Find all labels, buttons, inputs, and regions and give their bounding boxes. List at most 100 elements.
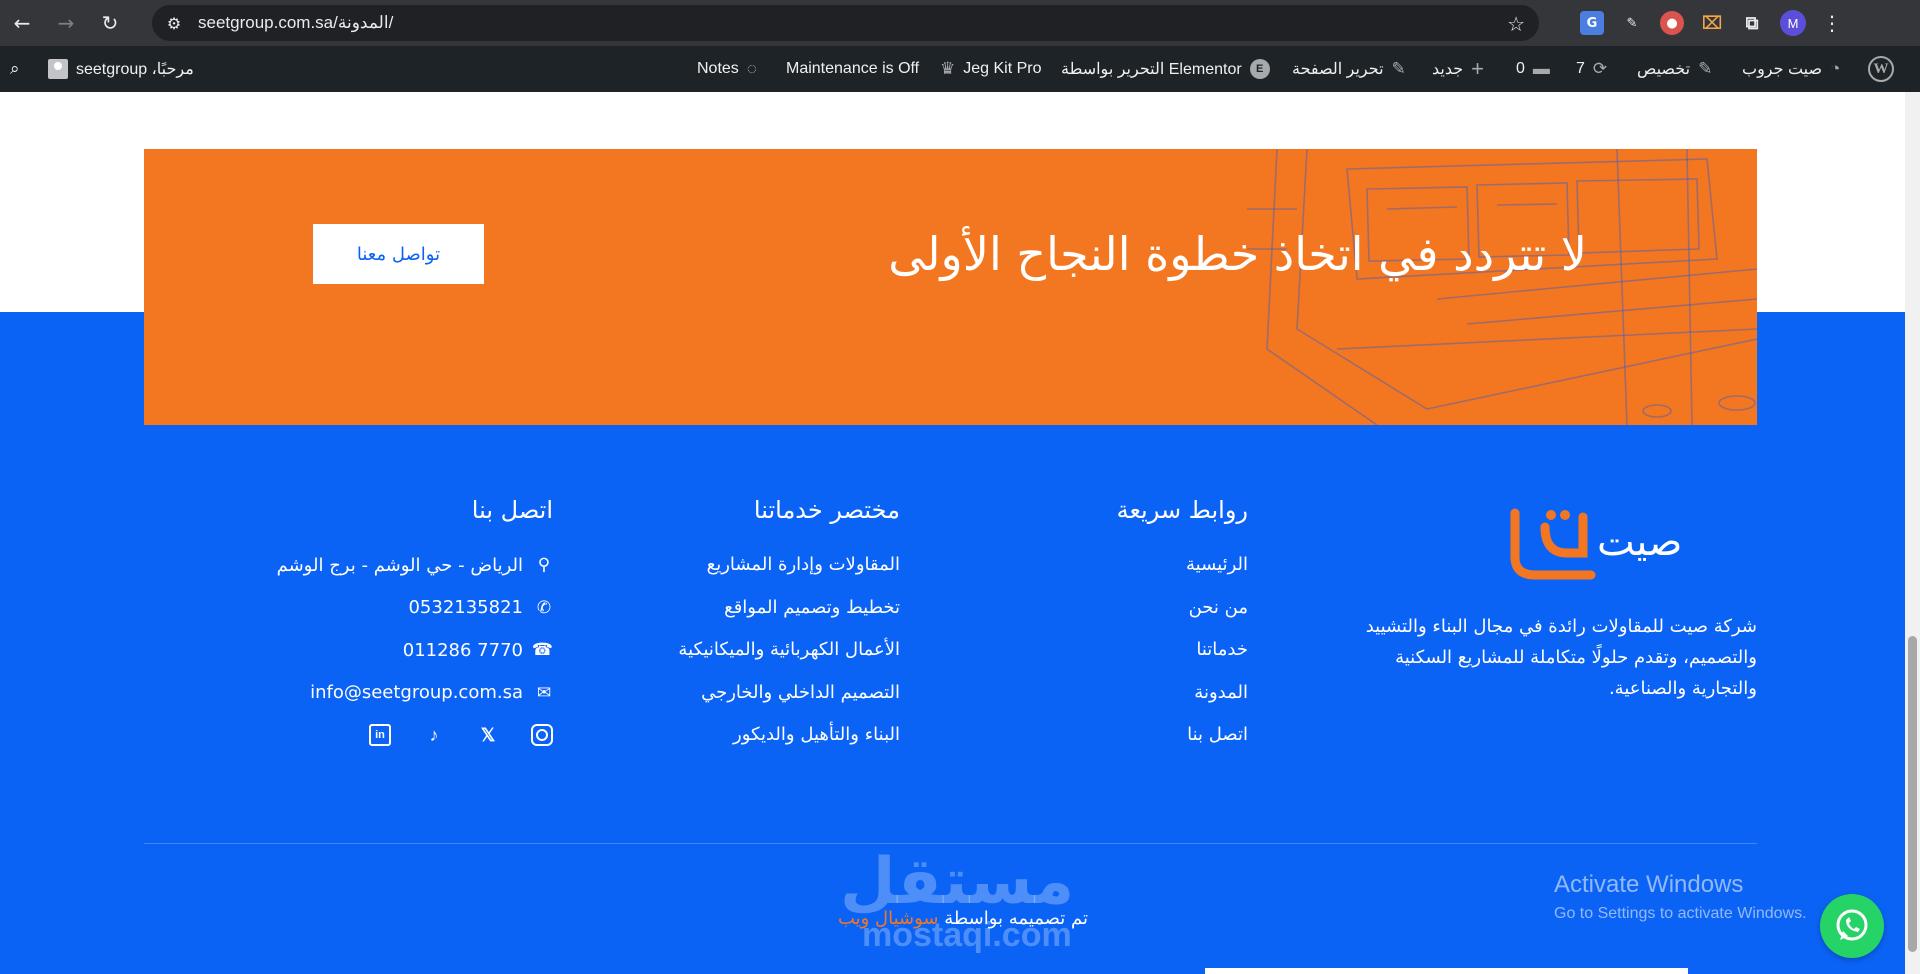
contact-email[interactable]: info@seetgroup.com.sa: [310, 682, 523, 703]
contact-phone[interactable]: 011286 7770: [403, 640, 523, 661]
tiktok-icon[interactable]: ♪: [423, 724, 445, 746]
windows-activation-notice: Activate Windows Go to Settings to activ…: [1554, 871, 1807, 923]
logo-wordmark: صيت: [1597, 519, 1683, 565]
service-link-electrical[interactable]: الأعمال الكهربائية والميكانيكية: [600, 629, 900, 672]
service-link-interior-design[interactable]: التصميم الداخلي والخارجي: [600, 672, 900, 715]
service-link-site-planning[interactable]: تخطيط وتصميم المواقع: [600, 587, 900, 630]
search-icon: ⌕: [10, 59, 20, 78]
notes-label: Notes: [697, 60, 739, 77]
credit-prefix: تم تصميمه بواسطة: [944, 908, 1088, 929]
service-link-contracting[interactable]: المقاولات وإدارة المشاريع: [600, 544, 900, 587]
my-account-menu[interactable]: مرحبًا، seetgroup: [48, 46, 194, 92]
quick-links-heading: روابط سريعة: [1116, 496, 1248, 524]
updates-menu[interactable]: 7 ⟳: [1576, 46, 1607, 92]
arrow-left-icon: ←: [13, 11, 31, 35]
pencil-icon: ✎: [1391, 59, 1406, 78]
service-link-construction[interactable]: البناء والتأهيل والديكور: [600, 714, 900, 757]
address-bar[interactable]: ⚙ seetgroup.com.sa/المدونة/ ☆: [152, 5, 1539, 41]
cta-title: لا تتردد في اتخاذ خطوة النجاح الأولى: [888, 227, 1587, 281]
extensions-area: G ✎ ● ⌧ ⧉ M ⋮: [1580, 0, 1842, 46]
reload-button[interactable]: ↻: [88, 0, 132, 46]
services-heading: مختصر خدماتنا: [753, 496, 900, 524]
instagram-icon[interactable]: [531, 724, 553, 746]
scrollbar-thumb[interactable]: [1908, 636, 1917, 952]
activate-title: Activate Windows: [1554, 871, 1744, 898]
site-name-label: صيت جروب: [1742, 61, 1823, 78]
comments-menu[interactable]: 0 ▬: [1516, 46, 1550, 92]
site-name-menu[interactable]: صيت جروب ◔: [1742, 46, 1840, 92]
maintenance-label: Maintenance is Off: [786, 60, 920, 77]
updates-count: 7: [1576, 60, 1585, 77]
wp-logo-menu[interactable]: W: [1868, 46, 1894, 92]
wordpress-icon: W: [1868, 56, 1894, 82]
bookmark-star-icon[interactable]: ☆: [1507, 12, 1525, 36]
browser-toolbar: ← → ↻ ⚙ seetgroup.com.sa/المدونة/ ☆ G ✎ …: [0, 0, 1920, 46]
footer-credit: تم تصميمه بواسطة سوشيال ويب: [820, 908, 1088, 929]
comments-count: 0: [1516, 60, 1525, 77]
edit-page-menu[interactable]: تحرير الصفحة ✎: [1292, 46, 1406, 92]
contact-mobile-row[interactable]: ✆ 0532135821: [253, 587, 553, 630]
contact-phone-row[interactable]: ☎ 011286 7770: [253, 629, 553, 672]
new-content-menu[interactable]: جديد +: [1432, 46, 1484, 92]
layout-extension-icon[interactable]: ⌧: [1700, 11, 1724, 35]
telephone-icon: ☎: [531, 640, 553, 661]
linkedin-icon[interactable]: in: [369, 724, 391, 746]
address-url[interactable]: seetgroup.com.sa/المدونة/: [198, 13, 393, 33]
puzzle-extensions-icon[interactable]: ⧉: [1740, 11, 1764, 35]
profile-avatar[interactable]: M: [1780, 10, 1806, 36]
contact-us-button[interactable]: تواصل معنا: [313, 224, 484, 284]
whatsapp-button[interactable]: [1820, 894, 1884, 958]
brush-icon: ✎: [1698, 59, 1713, 78]
dashboard-icon: ◔: [1830, 59, 1841, 78]
elementor-edit-menu[interactable]: التحرير بواسطة Elementor E: [1061, 46, 1270, 92]
credit-brand-link[interactable]: سوشيال ويب: [838, 908, 939, 929]
admin-search-button[interactable]: ⌕: [10, 46, 20, 92]
wp-admin-bar: W صيت جروب ◔ تخصيص ✎ 7 ⟳ 0 ▬ جديد + تحري…: [0, 46, 1920, 92]
jeg-kit-menu[interactable]: ♛ Jeg Kit Pro: [940, 46, 1042, 92]
footer-link-contact[interactable]: اتصل بنا: [1028, 714, 1248, 757]
reload-icon: ↻: [101, 11, 119, 35]
customize-menu[interactable]: تخصيص ✎: [1637, 46, 1712, 92]
contact-email-row[interactable]: ✉ info@seetgroup.com.sa: [253, 672, 553, 715]
elementor-edit-label: التحرير بواسطة Elementor: [1061, 61, 1242, 78]
activate-subtitle: Go to Settings to activate Windows.: [1554, 905, 1807, 922]
forward-button[interactable]: →: [44, 0, 88, 46]
site-info-icon[interactable]: ⚙: [156, 5, 192, 41]
jeg-kit-label: Jeg Kit Pro: [963, 60, 1042, 77]
contact-address-row: ⚲ الرياض - حي الوشم - برج الوشم: [253, 544, 553, 587]
footer-link-blog[interactable]: المدونة: [1028, 672, 1248, 715]
cta-banner: لا تتردد في اتخاذ خطوة النجاح الأولى توا…: [144, 149, 1757, 425]
bottom-white-strip: [1205, 968, 1688, 974]
updates-icon: ⟳: [1592, 59, 1608, 78]
arrow-right-icon: →: [57, 11, 75, 35]
footer-logo[interactable]: صيت: [1505, 505, 1737, 585]
x-twitter-icon[interactable]: 𝕏: [477, 724, 499, 746]
customize-label: تخصيص: [1637, 61, 1691, 78]
notes-menu[interactable]: Notes ◌: [697, 46, 757, 92]
page-scrollbar[interactable]: [1905, 92, 1920, 974]
eyedropper-extension-icon[interactable]: ✎: [1620, 11, 1644, 35]
contact-heading: اتصل بنا: [471, 496, 553, 524]
footer-divider: [144, 843, 1757, 844]
browser-menu-icon[interactable]: ⋮: [1822, 11, 1842, 35]
footer-link-home[interactable]: الرئيسية: [1028, 544, 1248, 587]
user-avatar: [48, 59, 68, 79]
envelope-icon: ✉: [536, 682, 552, 703]
chat-bubble-icon: ◌: [746, 59, 757, 78]
phone-icon: ✆: [536, 597, 552, 618]
comment-icon: ▬: [1532, 59, 1550, 78]
building-sketch-decoration: [1247, 149, 1757, 425]
maintenance-menu[interactable]: Maintenance is Off: [786, 46, 919, 92]
footer-link-about[interactable]: من نحن: [1028, 587, 1248, 630]
back-button[interactable]: ←: [0, 0, 44, 46]
translate-extension-icon[interactable]: G: [1580, 11, 1604, 35]
extension-icon[interactable]: ●: [1660, 11, 1684, 35]
edit-page-label: تحرير الصفحة: [1292, 61, 1384, 78]
contact-mobile[interactable]: 0532135821: [408, 597, 523, 618]
footer-link-services[interactable]: خدماتنا: [1028, 629, 1248, 672]
quick-links-column: روابط سريعة الرئيسية من نحن خدماتنا المد…: [1028, 496, 1248, 757]
greeting-label: مرحبًا، seetgroup: [76, 61, 194, 78]
social-links: 𝕏 ♪ in: [253, 724, 553, 746]
elementor-icon: E: [1249, 59, 1270, 79]
contact-address: الرياض - حي الوشم - برج الوشم: [276, 554, 523, 576]
